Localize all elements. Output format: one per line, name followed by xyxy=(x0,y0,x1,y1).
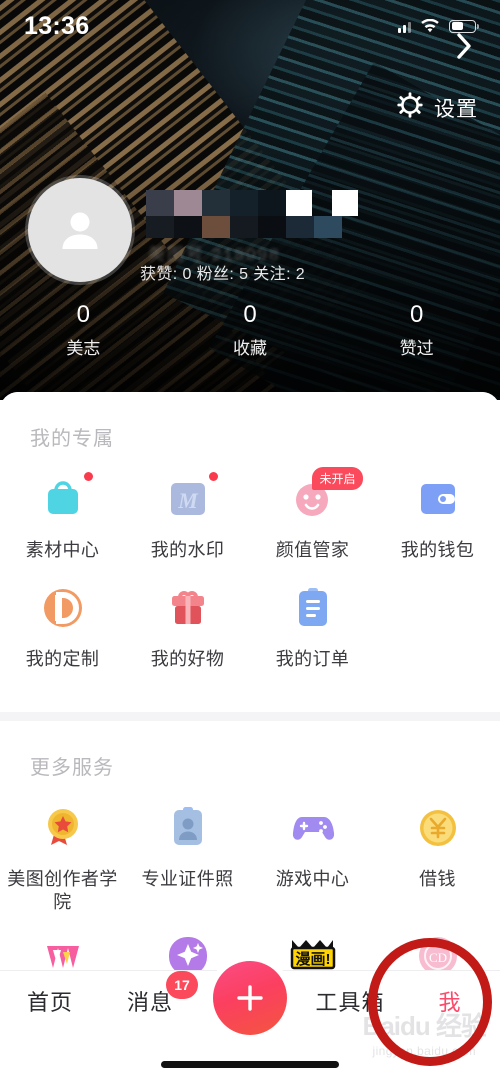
wallet-icon xyxy=(420,484,455,514)
grid-item-label: 游戏中心 xyxy=(275,869,350,889)
grid-item-label: 专业证件照 xyxy=(141,869,234,889)
counter-label: 收藏 xyxy=(233,339,267,358)
tab-me[interactable]: 我 xyxy=(400,985,500,1017)
grid-item-material-center[interactable]: 素材中心 xyxy=(0,472,125,562)
grid-item-label: 颜值管家 xyxy=(275,540,350,560)
counter-value: 0 xyxy=(76,301,91,328)
counter-liked[interactable]: 0 赞过 xyxy=(333,300,500,359)
grid-item-game-center[interactable]: 游戏中心 xyxy=(250,802,375,913)
grid-item-label: 美图创作者学院 xyxy=(7,869,118,912)
bottom-tab-bar: 首页 消息 17 工具箱 我 xyxy=(0,961,500,1082)
tab-messages[interactable]: 消息 17 xyxy=(100,971,200,1017)
notification-dot xyxy=(83,472,93,481)
grid-item-label: 我的好物 xyxy=(150,648,225,669)
avatar[interactable] xyxy=(28,178,132,282)
grid-item-label: 我的订单 xyxy=(275,648,350,669)
grid-item-label: 我的钱包 xyxy=(400,540,475,560)
signal-icon xyxy=(398,19,411,33)
home-indicator xyxy=(161,1061,339,1068)
more-services-section: 更多服务 美图创作者学院 专业证件照 游戏中心 借钱 漫画! CD xyxy=(0,721,500,1001)
more-services-grid: 美图创作者学院 专业证件照 游戏中心 借钱 xyxy=(0,802,500,933)
counter-label: 赞过 xyxy=(399,339,434,358)
medal-icon xyxy=(47,809,78,845)
grid-item-my-custom[interactable]: 我的定制 xyxy=(0,582,125,671)
tab-label: 消息 xyxy=(126,990,173,1015)
gear-icon xyxy=(397,92,423,123)
more-services-title: 更多服务 xyxy=(30,757,114,779)
chevron-right-icon xyxy=(456,33,472,64)
gamepad-icon xyxy=(292,817,334,840)
profile-counters: 0 美志 0 收藏 0 赞过 xyxy=(0,300,500,359)
svg-text:漫画!: 漫画! xyxy=(295,951,330,968)
plus-icon xyxy=(237,985,263,1011)
svg-text:M: M xyxy=(177,488,199,513)
grid-item-my-goods[interactable]: 我的好物 xyxy=(125,582,250,671)
grid-item-my-watermark[interactable]: M 我的水印 xyxy=(125,472,250,562)
counter-favorites[interactable]: 0 收藏 xyxy=(167,300,334,359)
username-masked xyxy=(146,186,396,248)
profile-chevron[interactable] xyxy=(456,32,472,65)
grid-item-my-orders[interactable]: 我的订单 xyxy=(250,582,375,671)
exclusive-grid: 素材中心 M 我的水印 未开启 颜值管家 我的钱包 我的定制 我的好物 我的订单 xyxy=(0,467,500,690)
grid-item-label: 我的定制 xyxy=(25,648,100,669)
yen-coin-icon xyxy=(419,810,456,846)
grid-item-borrow-money[interactable]: 借钱 xyxy=(375,802,500,913)
wifi-icon xyxy=(420,18,440,34)
status-bar: 13:36 xyxy=(0,0,500,52)
tab-label: 我 xyxy=(438,990,462,1015)
counter-value: 0 xyxy=(410,301,424,328)
messages-badge: 17 xyxy=(166,971,198,999)
grid-item-label: 借钱 xyxy=(419,869,456,889)
grid-item-creator-academy[interactable]: 美图创作者学院 xyxy=(0,802,125,913)
grid-item-label: 素材中心 xyxy=(25,540,100,560)
profile-row[interactable]: 美图号 215098 获赞: 0 粉丝: 5 关注: 2 xyxy=(0,178,500,283)
section-divider xyxy=(0,712,500,721)
battery-icon xyxy=(449,19,479,33)
shopping-bag-icon xyxy=(47,481,78,514)
tab-label: 工具箱 xyxy=(315,990,385,1015)
grid-item-beauty-manager[interactable]: 未开启 颜值管家 xyxy=(250,467,375,562)
profile-stats: 获赞: 0 粉丝: 5 关注: 2 xyxy=(140,266,306,283)
grid-item-id-photo[interactable]: 专业证件照 xyxy=(125,802,250,913)
grid-item-label: 我的水印 xyxy=(150,540,225,560)
counter-value: 0 xyxy=(243,301,257,328)
status-badge: 未开启 xyxy=(312,467,363,490)
person-placeholder-icon xyxy=(62,212,98,249)
grid-item-my-wallet[interactable]: 我的钱包 xyxy=(375,473,500,562)
clipboard-order-icon xyxy=(298,587,327,626)
tab-toolbox[interactable]: 工具箱 xyxy=(300,985,400,1017)
tab-label: 首页 xyxy=(26,990,73,1015)
tab-home[interactable]: 首页 xyxy=(0,985,100,1017)
status-bar-time: 13:36 xyxy=(24,11,90,40)
exclusive-section-title: 我的专属 xyxy=(30,428,114,450)
settings-button[interactable]: 设置 xyxy=(397,92,478,123)
settings-label: 设置 xyxy=(434,97,478,121)
watermark-m-icon: M xyxy=(170,483,205,515)
id-photo-icon xyxy=(173,807,202,845)
create-button[interactable] xyxy=(213,961,287,1035)
counter-label: 美志 xyxy=(66,339,101,358)
svg-text:CD: CD xyxy=(428,950,446,965)
custom-d-icon xyxy=(43,588,82,627)
exclusive-section: 我的专属 素材中心 M 我的水印 未开启 颜值管家 我的钱包 我的定制 我的好物… xyxy=(0,392,500,712)
grid-item-empty xyxy=(375,582,500,671)
gift-icon xyxy=(171,590,204,624)
notification-dot xyxy=(208,472,218,481)
counter-meizhi[interactable]: 0 美志 xyxy=(0,300,167,359)
